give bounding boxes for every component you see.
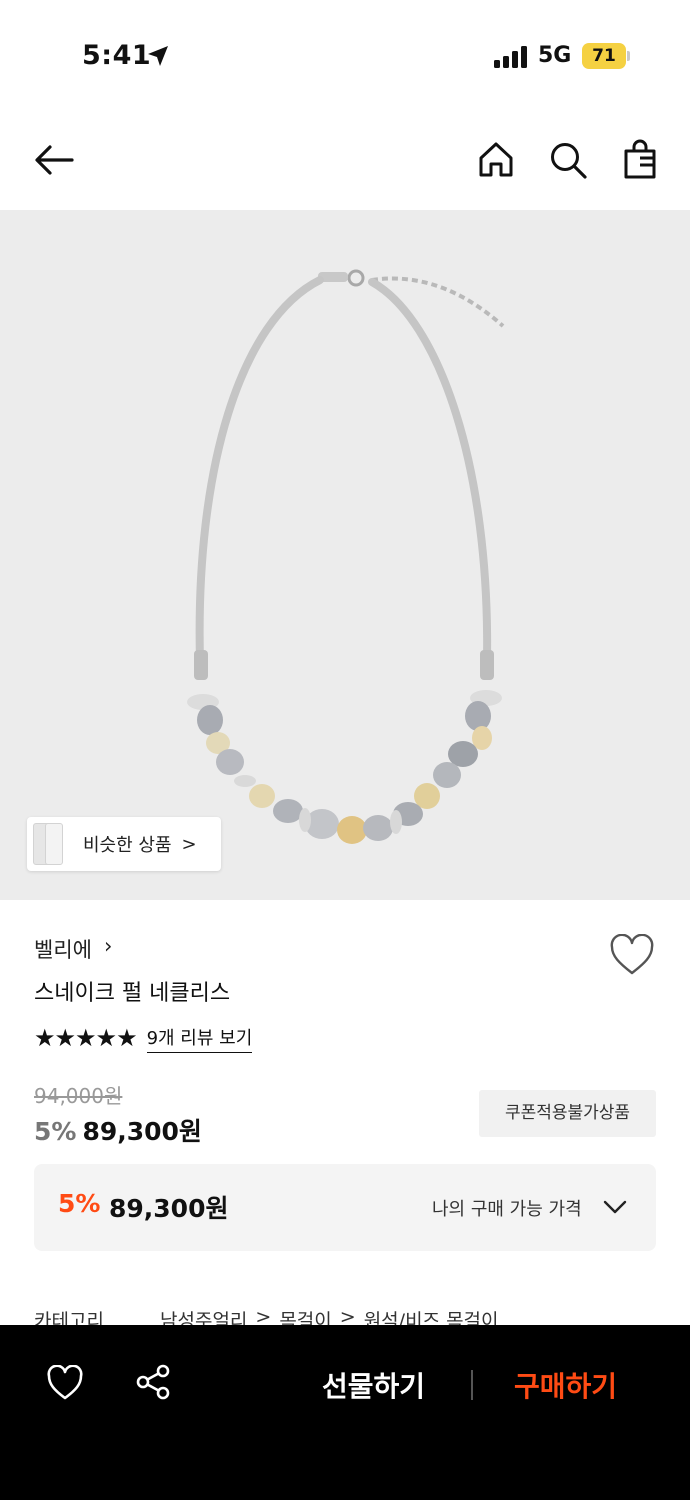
buy-button[interactable]: 구매하기 — [514, 1365, 617, 1405]
my-price-label: 나의 구매 가능 가격 — [432, 1199, 582, 1220]
chevron-right-icon[interactable]: › — [104, 934, 112, 958]
review-link[interactable]: 9개 리뷰 보기 — [146, 1024, 253, 1053]
rating-row: ★★★★★ 9개 리뷰 보기 — [34, 1022, 253, 1054]
battery-cap — [627, 51, 630, 61]
gift-button[interactable]: 선물하기 — [322, 1365, 425, 1405]
star-rating-icon: ★★★★★ — [34, 1024, 138, 1052]
shopping-bag-icon[interactable] — [616, 136, 664, 184]
battery-indicator: 71 — [582, 43, 626, 69]
back-arrow-icon[interactable] — [30, 136, 78, 184]
coupon-unavailable-badge: 쿠폰적용불가상품 — [479, 1090, 656, 1137]
chevron-right-icon: > — [181, 833, 197, 855]
home-icon[interactable] — [472, 136, 520, 184]
heart-icon[interactable] — [46, 1365, 84, 1401]
sale-price: 89,300원 — [82, 1117, 202, 1146]
my-price: 89,300원 — [109, 1194, 229, 1223]
similar-products-button[interactable]: 비슷한 상품 > — [27, 817, 221, 871]
price-row: 5% 89,300원 — [34, 1112, 202, 1148]
similar-products-label: 비슷한 상품 — [83, 835, 172, 856]
share-icon[interactable] — [134, 1363, 172, 1401]
brand-link[interactable]: 벨리에 — [34, 934, 92, 964]
location-arrow-icon — [148, 46, 168, 66]
similar-thumbnails — [27, 817, 63, 871]
my-discount-rate: 5% — [58, 1189, 101, 1218]
status-bar: 5:41 5G 71 — [0, 0, 690, 110]
signal-bars-icon — [494, 46, 527, 68]
top-navigation — [0, 120, 690, 200]
original-price: 94,000원 — [34, 1084, 123, 1108]
heart-icon[interactable] — [609, 934, 655, 976]
chevron-down-icon[interactable] — [602, 1196, 628, 1218]
button-divider — [471, 1370, 473, 1400]
product-name: 스네이크 펄 네클리스 — [34, 981, 231, 1006]
bottom-action-bar: 선물하기 구매하기 — [0, 1325, 690, 1500]
network-type: 5G — [538, 43, 572, 68]
discount-rate: 5% — [34, 1117, 77, 1146]
my-price-panel[interactable]: 5% 89,300원 나의 구매 가능 가격 — [34, 1164, 656, 1251]
search-icon[interactable] — [544, 136, 592, 184]
product-image[interactable]: 비슷한 상품 > — [0, 210, 690, 900]
status-time: 5:41 — [82, 40, 152, 71]
necklace-photo — [187, 269, 505, 844]
